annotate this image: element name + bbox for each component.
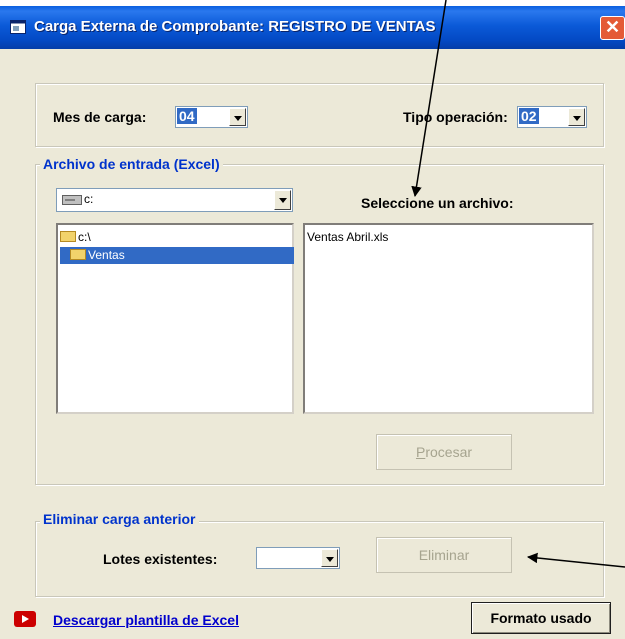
- annotation-arrow-file: [411, 0, 447, 198]
- annotation-arrow-eliminar: [526, 552, 625, 568]
- annotation-arrows: [411, 0, 625, 568]
